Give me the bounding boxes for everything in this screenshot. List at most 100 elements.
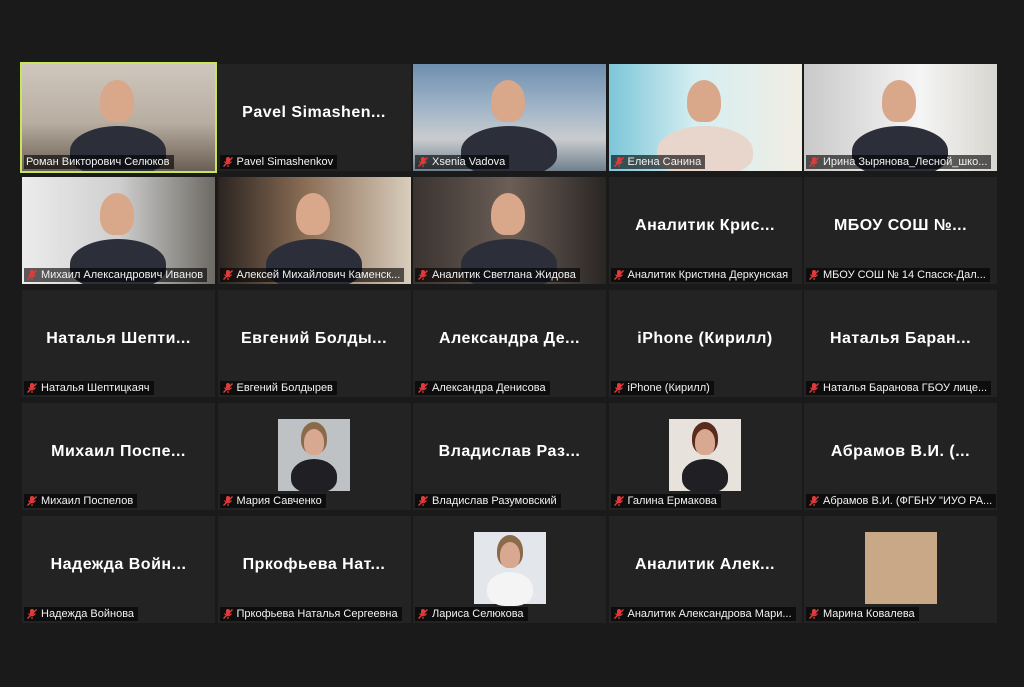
- participant-name: Абрамов В.И. (ФГБНУ "ИУО РА...: [823, 495, 993, 507]
- participant-name-label: Михаил Александрович Иванов: [24, 268, 208, 282]
- participant-name: Лариса Селюкова: [432, 608, 524, 620]
- participant-tile[interactable]: Владислав Раз... Владислав Разумовский: [413, 403, 606, 510]
- participant-tile[interactable]: Елена Санина: [608, 64, 802, 171]
- participant-tile[interactable]: Мария Савченко: [217, 403, 411, 510]
- participant-name: Ирина Зырянова_Лесной_шко...: [823, 156, 988, 168]
- person-silhouette: [882, 80, 916, 122]
- participant-name-label: Роман Викторович Селюков: [24, 155, 174, 169]
- participant-display-name: Наталья Шепти...: [46, 330, 191, 347]
- participant-name: Галина Ермакова: [627, 495, 717, 507]
- participant-name-label: Мария Савченко: [219, 494, 326, 508]
- participant-name: Владислав Разумовский: [432, 495, 557, 507]
- avatar-face: [499, 542, 520, 568]
- participant-tile[interactable]: Алексей Михайлович Каменск...: [217, 177, 411, 284]
- participant-tile[interactable]: Абрамов В.И. (... Абрамов В.И. (ФГБНУ "ИУ…: [804, 403, 997, 510]
- participant-name: Елена Санина: [627, 156, 702, 168]
- mic-muted-icon: [27, 383, 37, 393]
- participant-name-label: МБОУ СОШ № 14 Спасск-Дал...: [806, 268, 990, 282]
- participant-display-name: Александра Де...: [439, 330, 580, 347]
- mic-muted-icon: [27, 609, 37, 619]
- mic-muted-icon: [809, 609, 819, 619]
- person-silhouette: [100, 193, 134, 235]
- mic-muted-icon: [809, 383, 819, 393]
- mic-muted-icon: [222, 270, 233, 280]
- participant-name-label: Владислав Разумовский: [415, 494, 561, 508]
- avatar-body: [486, 572, 533, 606]
- participant-name-label: Марина Ковалева: [806, 607, 919, 621]
- participant-name-label: Михаил Поспелов: [24, 494, 138, 508]
- avatar: [864, 532, 937, 604]
- participant-tile[interactable]: Наталья Баран... Наталья Баранова ГБОУ ли…: [804, 290, 997, 397]
- participant-display-name: Михаил Поспе...: [51, 443, 186, 460]
- participant-tile[interactable]: Pavel Simashen... Pavel Simashenkov: [217, 64, 411, 171]
- participant-tile[interactable]: Лариса Селюкова: [413, 516, 606, 623]
- participant-tile[interactable]: Галина Ермакова: [608, 403, 802, 510]
- participant-tile[interactable]: МБОУ СОШ №... МБОУ СОШ № 14 Спасск-Дал...: [804, 177, 997, 284]
- participant-name: Xsenia Vadova: [432, 156, 506, 168]
- mic-muted-icon: [418, 270, 428, 280]
- participant-tile[interactable]: Александра Де... Александра Денисова: [413, 290, 606, 397]
- participant-tile[interactable]: Надежда Войн... Надежда Войнова: [22, 516, 215, 623]
- mic-muted-icon: [613, 496, 624, 506]
- mic-muted-icon: [27, 270, 37, 280]
- avatar: [473, 532, 546, 606]
- participant-display-name: Аналитик Крис...: [635, 217, 775, 234]
- participant-name-label: Xsenia Vadova: [415, 155, 510, 169]
- participant-tile[interactable]: Наталья Шепти... Наталья Шептицкаяч: [22, 290, 215, 397]
- participant-tile[interactable]: Марина Ковалева: [804, 516, 997, 623]
- participant-tile[interactable]: Аналитик Светлана Жидова: [413, 177, 606, 284]
- mic-muted-icon: [27, 496, 37, 506]
- participant-tile[interactable]: Аналитик Крис... Аналитик Кристина Деркун…: [608, 177, 802, 284]
- participant-display-name: Евгений Болды...: [240, 330, 388, 347]
- participant-name: Михаил Александрович Иванов: [41, 269, 204, 281]
- gallery-grid: Роман Викторович Селюков Pavel Simashen..…: [20, 62, 998, 624]
- participant-tile[interactable]: Ирина Зырянова_Лесной_шко...: [804, 64, 997, 171]
- participant-name-label: iPhone (Кирилл): [610, 381, 714, 395]
- participant-tile[interactable]: iPhone (Кирилл) iPhone (Кирилл): [608, 290, 802, 397]
- participant-name-label: Аналитик Кристина Деркунская: [610, 268, 793, 282]
- mic-muted-icon: [418, 157, 428, 167]
- participant-name: Аналитик Кристина Деркунская: [627, 269, 789, 281]
- participant-name: Евгений Болдырев: [236, 382, 333, 394]
- participant-tile[interactable]: Михаил Поспе... Михаил Поспелов: [22, 403, 215, 510]
- participant-name: Аналитик Александрова Мари...: [627, 608, 792, 620]
- participant-name: Михаил Поспелов: [41, 495, 134, 507]
- participant-tile[interactable]: Михаил Александрович Иванов: [22, 177, 215, 284]
- mic-muted-icon: [613, 270, 624, 280]
- participant-name-label: Александра Денисова: [415, 381, 550, 395]
- participant-name: МБОУ СОШ № 14 Спасск-Дал...: [823, 269, 986, 281]
- participant-name: Александра Денисова: [432, 382, 546, 394]
- participant-name-label: Pavel Simashenkov: [219, 155, 338, 169]
- person-silhouette: [491, 193, 525, 235]
- participant-name-label: Елена Санина: [610, 155, 706, 169]
- participant-display-name: Надежда Войн...: [50, 556, 187, 573]
- participant-name: Марина Ковалева: [823, 608, 915, 620]
- participant-tile[interactable]: Xsenia Vadova: [413, 64, 606, 171]
- participant-name: Надежда Войнова: [41, 608, 135, 620]
- participant-name: Алексей Михайлович Каменск...: [236, 269, 401, 281]
- mic-muted-icon: [418, 383, 428, 393]
- participant-tile[interactable]: Евгений Болды... Евгений Болдырев: [217, 290, 411, 397]
- participant-tile[interactable]: Роман Викторович Селюков: [20, 62, 217, 173]
- participant-name-label: Наталья Баранова ГБОУ лице...: [806, 381, 992, 395]
- participant-display-name: Пркофьева Нат...: [242, 556, 386, 573]
- participant-display-name: Абрамов В.И. (...: [830, 443, 971, 460]
- participant-name: iPhone (Кирилл): [627, 382, 710, 394]
- mic-muted-icon: [418, 609, 428, 619]
- avatar: [669, 419, 741, 493]
- person-silhouette: [295, 193, 330, 235]
- participant-name-label: Галина Ермакова: [610, 494, 721, 508]
- participant-name: Роман Викторович Селюков: [26, 156, 170, 168]
- mic-muted-icon: [418, 496, 428, 506]
- mic-muted-icon: [809, 157, 819, 167]
- participant-display-name: Владислав Раз...: [438, 443, 581, 460]
- participant-name: Мария Савченко: [236, 495, 322, 507]
- mic-muted-icon: [222, 609, 233, 619]
- participant-tile[interactable]: Пркофьева Нат... Пркофьева Наталья Сергее…: [217, 516, 411, 623]
- participant-name-label: Лариса Селюкова: [415, 607, 528, 621]
- participant-name: Наталья Шептицкаяч: [41, 382, 150, 394]
- participant-tile[interactable]: Аналитик Алек... Аналитик Александрова Ма…: [608, 516, 802, 623]
- participant-display-name: Pavel Simashen...: [242, 104, 386, 121]
- participant-name: Пркофьева Наталья Сергеевна: [236, 608, 398, 620]
- person-silhouette: [100, 80, 134, 122]
